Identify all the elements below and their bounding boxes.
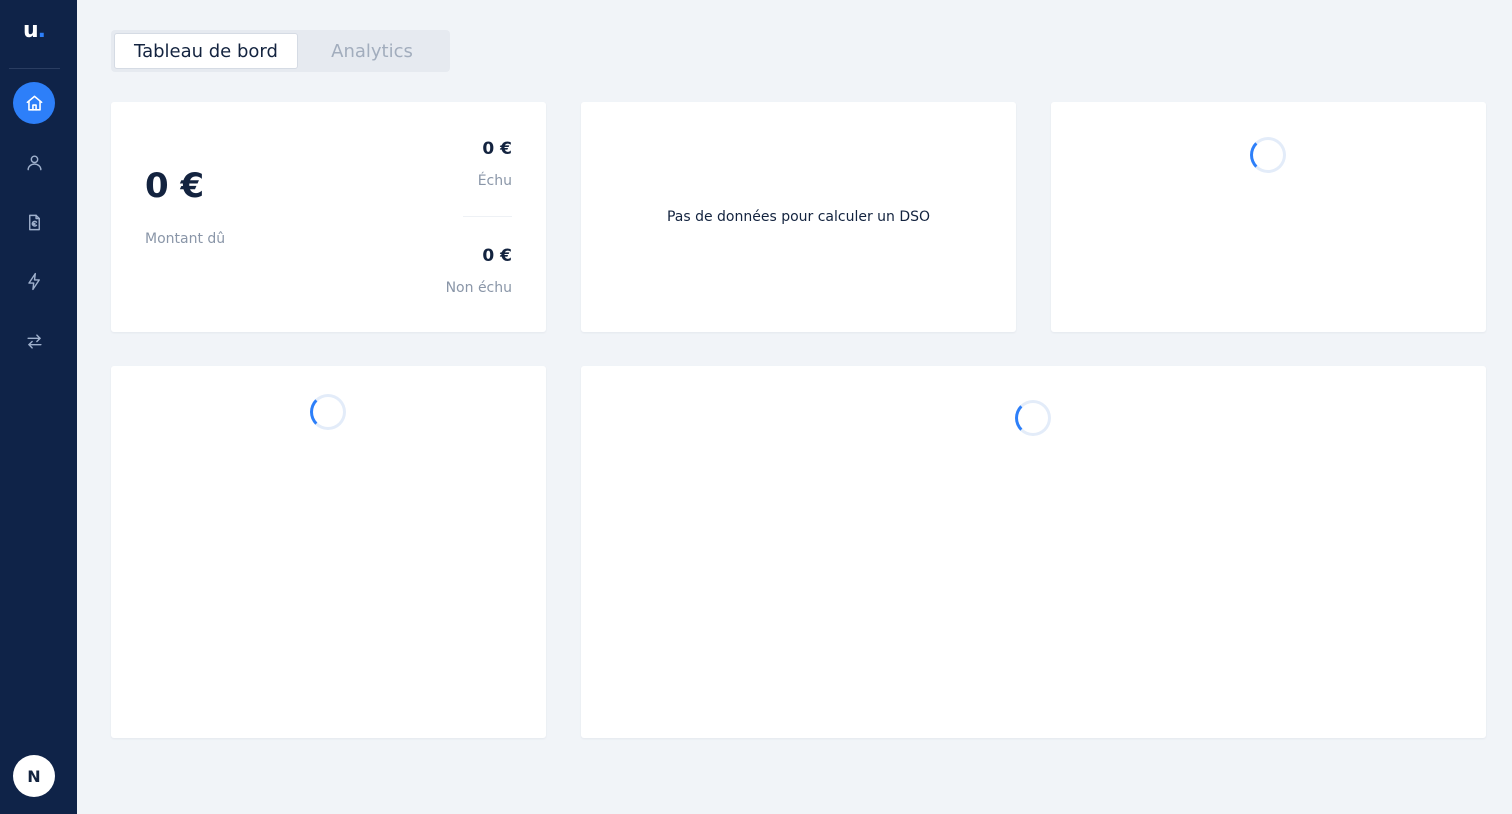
home-icon — [26, 95, 42, 111]
user-icon — [26, 154, 42, 170]
loading-card-bottom-left — [111, 366, 546, 738]
sidebar-item-transfers[interactable] — [13, 320, 55, 362]
overdue-label: Échu — [477, 173, 512, 189]
loading-spinner-icon — [1250, 137, 1286, 173]
sidebar-item-automations[interactable] — [13, 260, 55, 302]
dso-card: Pas de données pour calculer un DSO — [581, 102, 1016, 332]
lightning-icon — [27, 272, 40, 290]
sidebar-divider — [9, 68, 60, 69]
sidebar-item-invoices[interactable] — [13, 201, 55, 243]
not-overdue-label: Non échu — [445, 280, 512, 296]
arrows-exchange-icon — [26, 333, 42, 349]
tab-dashboard[interactable]: Tableau de bord — [114, 33, 298, 69]
sidebar-item-user[interactable] — [13, 141, 55, 183]
loading-spinner-icon — [310, 394, 346, 430]
loading-card-bottom-wide — [581, 366, 1486, 738]
loading-spinner-icon — [1015, 400, 1051, 436]
logo-dot: . — [37, 18, 46, 43]
amount-due-card: 0 € Montant dû 0 € Échu 0 € Non échu — [111, 102, 546, 332]
user-avatar[interactable]: N — [13, 755, 55, 797]
loading-card-top-right — [1051, 102, 1486, 332]
amount-due-label: Montant dû — [145, 231, 226, 247]
overdue-amount: 0 € — [482, 139, 512, 159]
logo-text: u — [22, 18, 39, 43]
app-logo[interactable]: u. — [0, 18, 68, 43]
view-tabs: Tableau de bord Analytics — [111, 30, 450, 72]
sidebar: u. N — [0, 0, 77, 814]
not-overdue-amount: 0 € — [482, 246, 512, 266]
dso-empty-message: Pas de données pour calculer un DSO — [666, 209, 931, 225]
sidebar-item-home[interactable] — [13, 82, 55, 124]
amount-divider — [463, 216, 512, 217]
amount-due-value: 0 € — [145, 166, 205, 206]
file-euro-icon — [28, 214, 40, 230]
tab-analytics[interactable]: Analytics — [298, 33, 446, 69]
